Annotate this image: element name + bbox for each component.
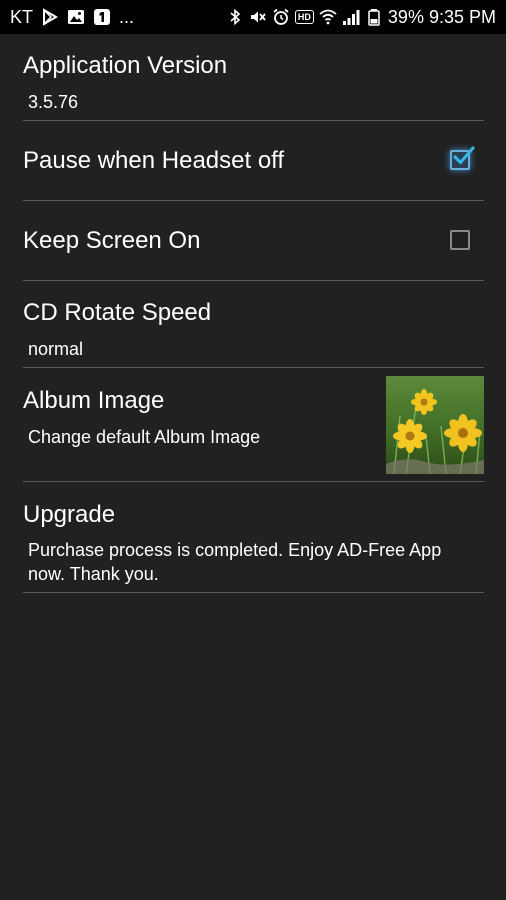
battery-icon (365, 8, 383, 26)
hd-icon: HD (294, 10, 314, 24)
pref-album-image[interactable]: Album Image Change default Album Image (23, 367, 484, 482)
bluetooth-icon (226, 8, 244, 26)
pref-title: CD Rotate Speed (23, 299, 212, 326)
clock: 9:35 PM (428, 6, 496, 27)
pref-application-version[interactable]: Application Version 3.5.76 (23, 34, 484, 121)
alarm-icon (272, 8, 290, 26)
pref-title: Album Image (23, 387, 165, 414)
carrier-label: KT (10, 6, 34, 27)
pref-pause-headset-off[interactable]: Pause when Headset off (23, 120, 484, 201)
status-bar-left: KT ... (10, 6, 134, 28)
pref-summary: Change default Album Image (28, 427, 261, 447)
pref-summary: normal (28, 339, 84, 359)
pref-title: Upgrade (23, 501, 116, 528)
pref-title: Pause when Headset off (23, 147, 285, 174)
mute-icon (249, 8, 267, 26)
checkmark-icon (453, 146, 475, 165)
yellow-flowers-thumbnail (386, 376, 484, 474)
play-store-icon (41, 8, 59, 26)
battery-percent: 39% (387, 6, 424, 27)
status-bar-right: HD 39% 9:35 PM (226, 6, 496, 28)
signal-icon (342, 8, 360, 26)
keep-screen-on-checkbox[interactable] (450, 230, 470, 250)
album-image-thumbnail[interactable] (386, 376, 484, 474)
pref-title: Keep Screen On (23, 227, 201, 254)
gallery-icon (67, 8, 85, 26)
overflow-indicator: ... (119, 6, 135, 27)
status-bar: KT ... HD 39% 9:35 PM (0, 0, 506, 34)
notification-one-icon (93, 8, 111, 26)
pref-summary: 3.5.76 (28, 92, 79, 112)
pref-keep-screen-on[interactable]: Keep Screen On (23, 200, 484, 281)
pref-summary: Purchase process is completed. Enjoy AD-… (28, 540, 442, 584)
pref-cd-rotate-speed[interactable]: CD Rotate Speed normal (23, 280, 484, 368)
pref-title: Application Version (23, 52, 228, 79)
pref-upgrade[interactable]: Upgrade Purchase process is completed. E… (23, 481, 484, 593)
pause-headset-checkbox[interactable] (450, 146, 475, 170)
wifi-icon (319, 8, 337, 26)
